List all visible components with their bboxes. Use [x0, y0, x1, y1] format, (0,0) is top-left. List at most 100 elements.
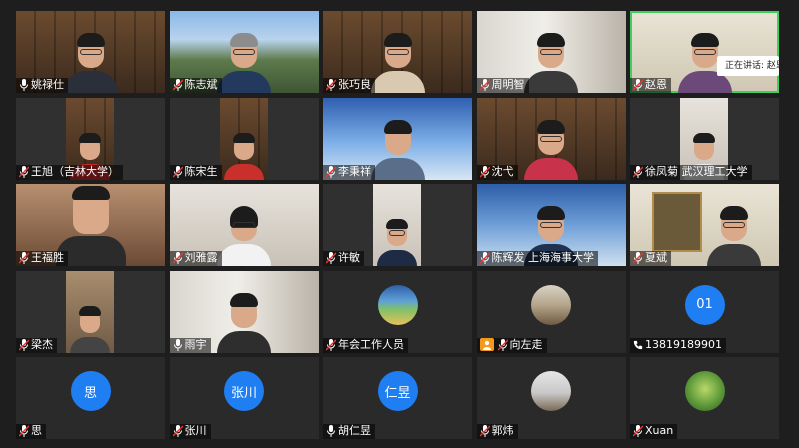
participant-tile[interactable]: 沈弋: [476, 97, 626, 180]
mic-muted-icon: [326, 165, 336, 178]
participant-name: 夏斌: [645, 251, 667, 264]
avatar: [377, 284, 418, 325]
mic-muted-icon: [479, 252, 490, 264]
participant-name: 胡仁昱: [338, 424, 371, 437]
participant-tile[interactable]: 刘雅露: [169, 184, 319, 266]
participant-tile[interactable]: 徐凤菊 武汉理工大学: [630, 97, 779, 180]
participant-video: [524, 118, 578, 180]
participant-name: 王旭（吉林大学）: [31, 164, 119, 178]
participant-tile[interactable]: 雨宇: [169, 270, 319, 353]
participant-name: 雨宇: [184, 337, 207, 351]
participant-name: Xuan: [645, 424, 674, 437]
participant-tile[interactable]: 许敏: [323, 184, 472, 266]
mic-muted-icon: [172, 425, 183, 437]
user-icon: [479, 338, 494, 351]
participant-name: 徐凤菊 武汉理工大学: [645, 164, 748, 178]
participant-label: 胡仁昱: [323, 424, 375, 439]
participant-tile[interactable]: 周明智: [476, 11, 626, 93]
mic-muted-icon: [326, 338, 336, 351]
mic-muted-icon: [19, 425, 29, 437]
participant-video: [217, 204, 271, 266]
participant-tile[interactable]: 年会工作人员: [323, 270, 472, 353]
participant-label: 陈宋生: [169, 164, 222, 180]
participant-tile[interactable]: 郭炜: [476, 357, 626, 439]
mic-muted-icon: [479, 425, 490, 437]
mic-muted-icon: [633, 425, 643, 437]
participant-video: [373, 184, 421, 266]
mic-icon: [20, 79, 28, 91]
wall-painting: [652, 192, 702, 252]
participant-name: 姚禄仕: [31, 78, 64, 91]
participant-video: [707, 204, 762, 266]
participant-name: 赵恩: [645, 78, 667, 91]
participant-label: 周明智: [476, 78, 529, 93]
mic-muted-icon: [633, 165, 643, 178]
avatar: 01: [684, 284, 725, 325]
participant-name: 周明智: [491, 78, 525, 91]
participant-label: 许敏: [323, 251, 364, 266]
participant-label: 夏斌: [630, 251, 671, 266]
participant-label: 王福胜: [16, 251, 68, 266]
mic-muted-icon: [172, 79, 183, 91]
participant-label: 向左走: [476, 337, 547, 353]
participant-name: 年会工作人员: [338, 337, 404, 351]
participant-tile[interactable]: 张巧良: [323, 11, 472, 93]
participant-video: [370, 118, 425, 180]
participant-name: 张川: [184, 424, 207, 437]
participant-tile[interactable]: 李秉祥: [323, 97, 472, 180]
participant-label: 郭炜: [476, 424, 518, 439]
mic-muted-icon: [19, 165, 29, 178]
participant-label: 13819189901: [630, 337, 726, 353]
participant-name: 许敏: [338, 251, 360, 264]
mic-muted-icon: [479, 165, 490, 178]
participant-label: 王旭（吉林大学）: [16, 164, 123, 180]
participant-tile-speaking[interactable]: 正在讲话: 赵恩 赵恩: [630, 11, 779, 93]
participant-name: 13819189901: [645, 337, 722, 351]
participant-video: [217, 291, 271, 353]
mic-muted-icon: [479, 79, 490, 91]
participant-tile[interactable]: 夏斌: [630, 184, 779, 266]
participant-tile[interactable]: 仁昱 胡仁昱: [323, 357, 472, 439]
mic-muted-icon: [326, 79, 336, 91]
video-grid: 姚禄仕 陈志斌 张巧良 周明智 正在讲话: 赵恩 赵恩 王旭（吉林大学） 陈宋生…: [16, 11, 779, 440]
participant-tile[interactable]: 王旭（吉林大学）: [16, 97, 165, 180]
participant-tile[interactable]: 思 思: [16, 357, 165, 439]
participant-tile[interactable]: 01 13819189901: [630, 270, 779, 353]
avatar: [531, 371, 571, 411]
participant-label: 陈辉发 上海海事大学: [476, 251, 598, 266]
participant-tile[interactable]: Xuan: [630, 357, 779, 439]
participant-tile[interactable]: 陈辉发 上海海事大学: [476, 184, 626, 266]
participant-name: 陈志斌: [184, 78, 218, 91]
participant-tile[interactable]: 张川 张川: [169, 357, 319, 439]
participant-label: 陈志斌: [169, 78, 222, 93]
participant-video: [370, 31, 425, 93]
mic-muted-icon: [497, 338, 508, 351]
participant-label: 梁杰: [16, 337, 57, 353]
participant-label: 张巧良: [323, 78, 375, 93]
participant-tile[interactable]: 梁杰: [16, 270, 165, 353]
participant-tile[interactable]: 陈志斌: [169, 11, 319, 93]
participant-video: [66, 270, 114, 353]
participant-label: 徐凤菊 武汉理工大学: [630, 164, 752, 180]
participant-video: [217, 31, 271, 93]
participant-name: 沈弋: [491, 164, 514, 178]
mic-icon: [327, 425, 335, 437]
participant-label: 沈弋: [476, 164, 518, 180]
mic-icon: [173, 338, 182, 351]
avatar: 思: [70, 371, 111, 411]
participant-tile[interactable]: 王福胜: [16, 184, 165, 266]
participant-tile[interactable]: 姚禄仕: [16, 11, 165, 93]
participant-name: 陈辉发 上海海事大学: [491, 251, 595, 264]
participant-tile[interactable]: 陈宋生: [169, 97, 319, 180]
participant-label: 年会工作人员: [323, 337, 408, 353]
mic-muted-icon: [172, 165, 183, 178]
avatar: 张川: [224, 371, 264, 411]
participant-tile[interactable]: 向左走: [476, 270, 626, 353]
participant-label: 思: [16, 424, 46, 439]
participant-name: 王福胜: [31, 251, 64, 264]
participant-name: 陈宋生: [184, 164, 218, 178]
avatar: [531, 284, 571, 325]
participant-label: 李秉祥: [323, 164, 375, 180]
avatar: [684, 371, 725, 411]
speaking-tooltip: 正在讲话: 赵恩: [717, 56, 779, 76]
